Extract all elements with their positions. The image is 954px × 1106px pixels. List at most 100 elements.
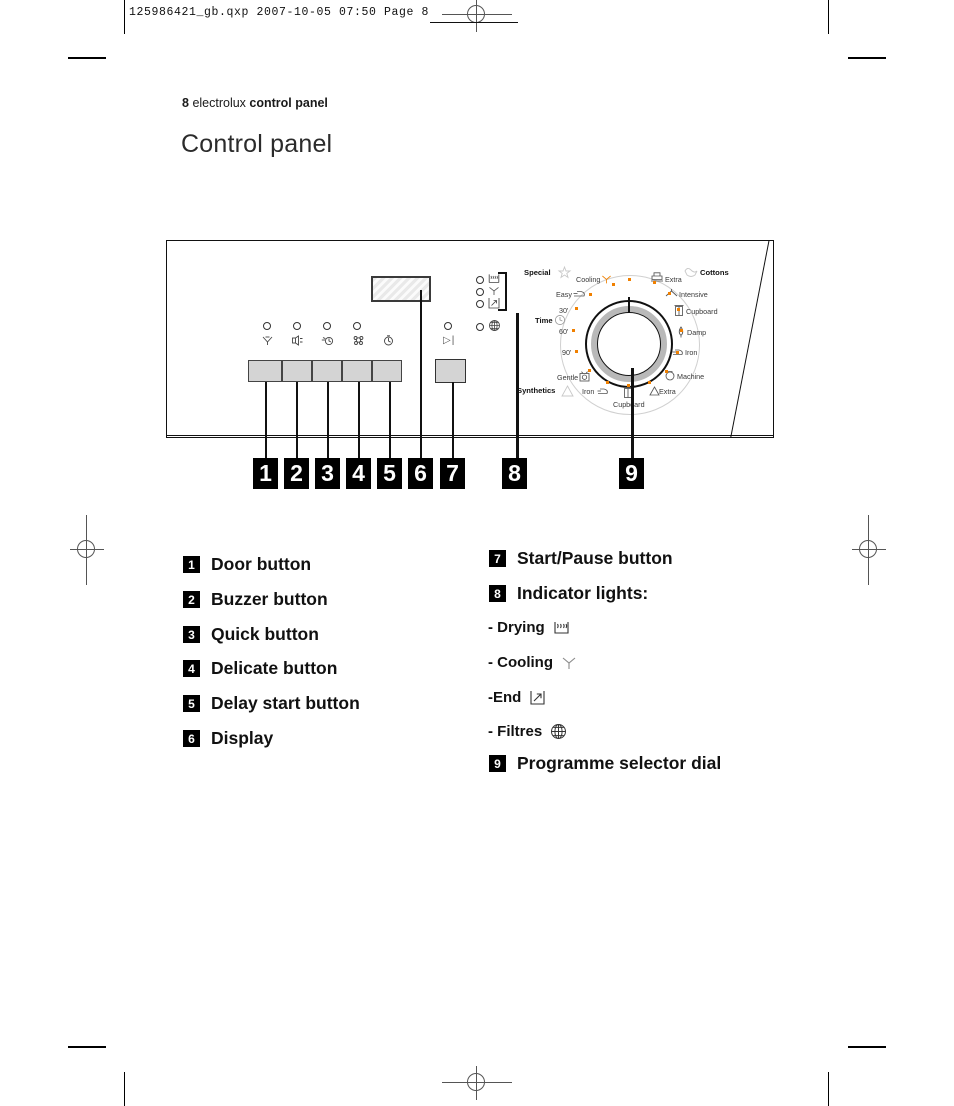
print-rule-bottom-right [828, 1072, 829, 1106]
led-filtres [476, 323, 484, 331]
start-pause-button[interactable] [435, 359, 466, 383]
dial-label-cupboard-r: Cupboard [686, 307, 718, 316]
gentle-basket-icon [579, 371, 590, 382]
dial-tick [668, 292, 672, 296]
leader-9 [631, 368, 634, 458]
synthetics-triangle-icon [561, 385, 574, 397]
leader-2 [296, 382, 298, 458]
legend-label-5: Delay start button [211, 693, 360, 713]
dial-tick [575, 350, 579, 354]
legend-label-3: Quick button [211, 624, 319, 644]
indicator-item-drying: - Drying [488, 619, 570, 636]
crop-mark-bottom-left [68, 1046, 106, 1048]
buzzer-button[interactable] [282, 360, 312, 382]
delay-timer-icon [382, 334, 395, 347]
legend-label-9: Programme selector dial [517, 753, 722, 773]
dial-tick [676, 351, 680, 355]
filtres-mesh-icon [488, 319, 501, 332]
leader-7 [452, 382, 454, 458]
callout-9: 9 [619, 458, 644, 489]
callout-2: 2 [284, 458, 309, 489]
breadcrumb: 8 electrolux control panel [182, 96, 328, 110]
dial-tick [628, 278, 632, 282]
dial-label-synthetics: Synthetics [517, 386, 556, 395]
breadcrumb-section: control panel [249, 96, 328, 110]
brand-name: electrolux [192, 96, 246, 110]
dial-tick [680, 329, 684, 333]
dial-tick [572, 329, 576, 333]
indicator-label-drying: - Drying [488, 619, 545, 636]
registration-mark-bottom [442, 1066, 512, 1100]
led-delicate [353, 322, 361, 330]
print-rule-bottom-left [124, 1072, 125, 1106]
legend-num-2: 2 [183, 591, 200, 608]
registration-mark-top [442, 0, 512, 32]
start-pause-glyph: ▷| [443, 335, 456, 346]
led-start-pause [444, 322, 452, 330]
legend-item-8: 8 Indicator lights: [489, 583, 648, 604]
print-rule-right [828, 0, 829, 34]
legend-label-6: Display [211, 728, 274, 748]
callout-7: 7 [440, 458, 465, 489]
legend-num-1: 1 [183, 556, 200, 573]
led-door [263, 322, 271, 330]
special-star-icon [557, 265, 572, 279]
dial-tick [612, 283, 616, 287]
extra-bottom-triangle-icon [649, 386, 660, 396]
leader-4 [358, 382, 360, 458]
legend-num-7: 7 [489, 550, 506, 567]
legend-label-7: Start/Pause button [517, 548, 673, 568]
dial-label-gentle: Gentle [557, 373, 579, 382]
intensive-icon [665, 288, 678, 299]
dial-tick [648, 381, 652, 385]
led-buzzer [293, 322, 301, 330]
quick-clock-icon [321, 334, 334, 347]
indicator-bracket-top-cap-a [498, 272, 507, 274]
legend-item-5: 5 Delay start button [183, 693, 360, 714]
delay-start-button[interactable] [372, 360, 402, 382]
led-quick [323, 322, 331, 330]
panel-bottom-edge [166, 435, 774, 436]
led-drying [476, 276, 484, 284]
dial-label-time: Time [535, 316, 553, 325]
print-header-underline [430, 22, 518, 24]
leader-3 [327, 382, 329, 458]
delicate-button[interactable] [342, 360, 372, 382]
callout-1: 1 [253, 458, 278, 489]
print-rule-left [124, 0, 125, 34]
buzzer-speaker-icon [291, 334, 304, 347]
dial-label-cupboard-bottom: Cupboard [613, 400, 645, 409]
quick-button[interactable] [312, 360, 342, 382]
dial-label-extra-top: Extra [665, 275, 682, 284]
dial-label-intensive: Intensive [679, 290, 708, 299]
cottons-icon [684, 266, 698, 278]
crop-mark-top-right [848, 57, 886, 59]
leader-8 [516, 313, 519, 458]
dial-label-cooling: Cooling [576, 275, 601, 284]
legend-item-4: 4 Delicate button [183, 658, 337, 679]
dial-tick [677, 308, 681, 312]
callout-8: 8 [502, 458, 527, 489]
cooling-fan-icon [561, 655, 577, 671]
panel-right-bevel [724, 240, 774, 438]
indicator-label-end: -End [488, 689, 522, 706]
dial-tick [606, 381, 610, 385]
dial-label-90: 90' [562, 348, 572, 357]
drying-icon [488, 273, 500, 285]
legend-item-2: 2 Buzzer button [183, 589, 328, 610]
callout-3: 3 [315, 458, 340, 489]
dial-tick [627, 384, 631, 388]
indicator-item-end: -End [488, 689, 546, 706]
door-fan-icon [261, 334, 274, 347]
led-cooling [476, 288, 484, 296]
end-arrow-icon [488, 297, 500, 309]
drying-icon [553, 619, 570, 636]
legend-num-8: 8 [489, 585, 506, 602]
dial-tick [653, 281, 657, 285]
print-header-filename: 125986421_gb.qxp 2007-10-05 07:50 Page 8 [129, 6, 430, 19]
dial-label-60: 60' [559, 327, 569, 336]
legend-label-4: Delicate button [211, 658, 338, 678]
legend-num-3: 3 [183, 626, 200, 643]
time-clock-icon [554, 314, 566, 326]
door-button[interactable] [248, 360, 282, 382]
